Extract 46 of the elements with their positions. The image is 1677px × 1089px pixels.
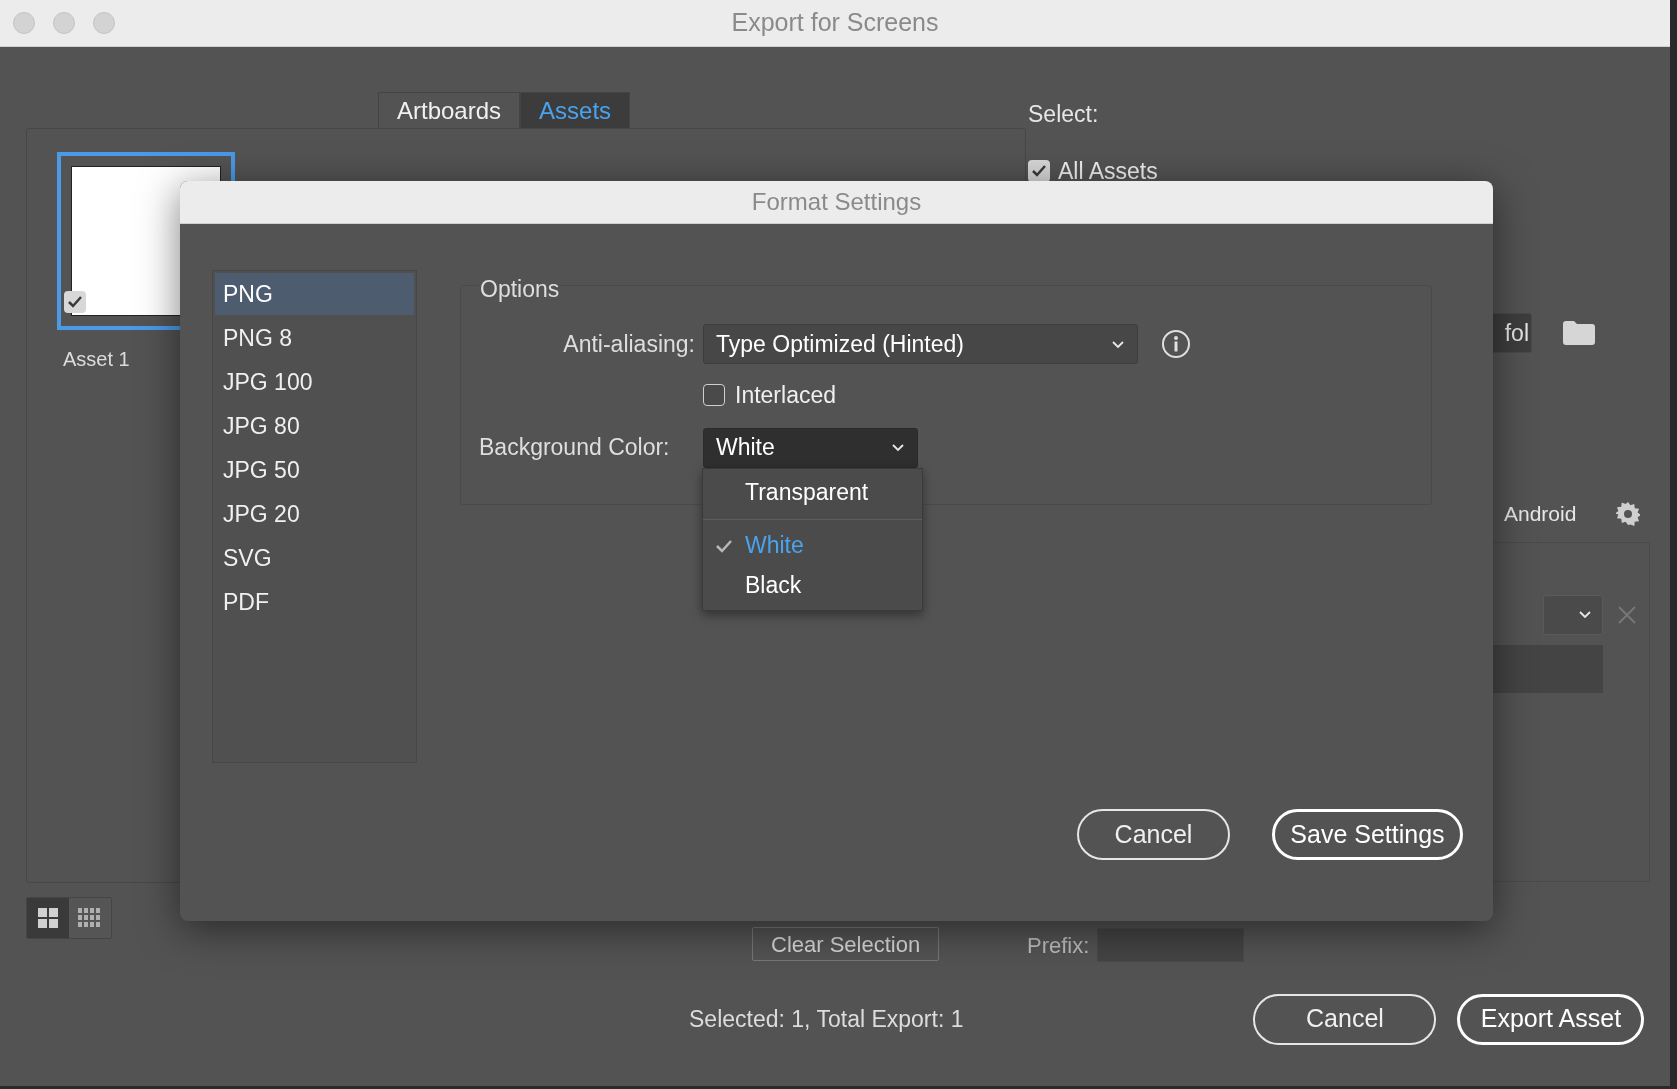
dots-grid-icon [77,907,103,929]
format-item[interactable]: PDF [215,581,414,623]
chevron-down-icon [1111,339,1125,349]
asset-name: Asset 1 [63,347,131,372]
chevron-down-icon [1578,610,1592,619]
prefix-field[interactable] [1097,928,1245,962]
save-settings-button[interactable]: Save Settings [1272,809,1463,860]
checkbox[interactable] [1028,159,1050,182]
background-color-dropdown[interactable]: White [703,427,918,468]
settings-icon[interactable] [1616,501,1641,526]
export-asset-button[interactable]: Export Asset [1457,993,1645,1045]
dialog-title: Format Settings [751,187,922,217]
folder-icon[interactable] [1562,320,1596,346]
window-title: Export for Screens [730,7,940,39]
format-item[interactable]: JPG 20 [215,493,414,535]
field-label: Background Color: [479,433,671,463]
cancel-button[interactable]: Cancel [1077,809,1230,860]
tab[interactable]: Artboards [378,92,521,128]
cancel-button[interactable]: Cancel [1253,993,1437,1045]
platform-label[interactable]: Android [1504,498,1577,530]
checkbox[interactable] [703,384,725,407]
prefix-label: Prefix: [1027,931,1090,960]
status-text: Selected: 1, Total Export: 1 [689,1004,964,1034]
format-item[interactable]: SVG [215,537,414,579]
grid-icon [37,907,59,929]
checkmark-icon [715,538,733,553]
format-item[interactable]: JPG 50 [215,449,414,491]
grid-view-button[interactable] [27,898,69,938]
anti-aliasing-dropdown[interactable]: Type Optimized (Hinted) [703,324,1138,364]
format-item[interactable]: JPG 80 [215,405,414,447]
checkbox[interactable] [64,291,86,313]
checkmark-icon [1031,163,1047,178]
tab[interactable]: Assets [520,92,631,128]
field-label: Anti-aliasing: [562,329,696,359]
clear-selection-button[interactable]: Clear Selection [752,927,940,961]
checkmark-icon [67,295,83,309]
format-item[interactable]: JPG 100 [215,361,414,403]
format-item[interactable]: PNG 8 [215,317,414,359]
select-label: Select: [1028,100,1100,129]
format-item[interactable]: PNG [215,273,414,315]
info-icon[interactable] [1161,329,1191,359]
chevron-down-icon [891,443,905,452]
menu-item[interactable]: Black [703,565,922,606]
checkbox-label: Interlaced [735,381,836,410]
menu-item[interactable]: Transparent [703,472,922,513]
checkbox-label: All Assets [1058,156,1158,186]
